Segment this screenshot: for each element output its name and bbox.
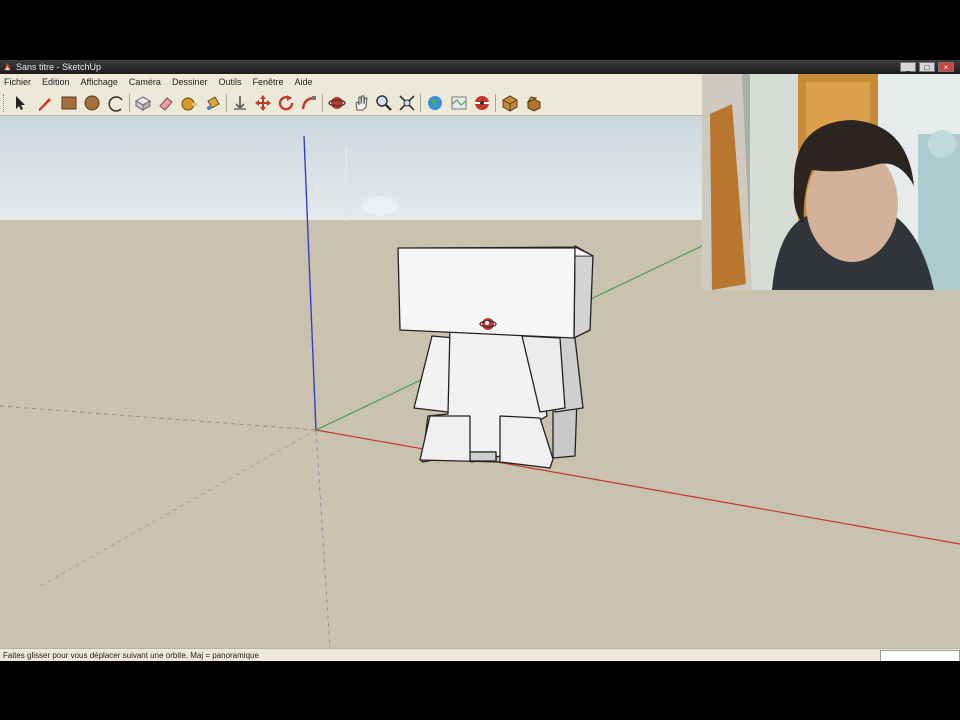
menu-dessiner[interactable]: Dessiner [172,77,208,87]
character-model [397,245,594,469]
title-bar: Sans titre - SketchUp _ □ × [0,60,960,74]
pencil-icon[interactable] [36,94,54,112]
minimize-button[interactable]: _ [900,62,916,72]
component-icon[interactable] [134,94,152,112]
pushpull-icon[interactable] [231,94,249,112]
measurements-box[interactable] [880,650,960,661]
menu-camera[interactable]: Caméra [129,77,161,87]
zoom-extents-icon[interactable] [398,94,416,112]
eraser-icon[interactable] [157,94,175,112]
menu-edition[interactable]: Edition [42,77,70,87]
status-bar: Faites glisser pour vous déplacer suivan… [0,648,960,661]
pan-icon[interactable] [352,94,370,112]
webcam-image [702,74,960,290]
zoom-icon[interactable] [375,94,393,112]
arc-icon[interactable] [107,94,125,112]
arrow-icon[interactable] [11,94,29,112]
menu-outils[interactable]: Outils [218,77,241,87]
tape-icon[interactable] [180,94,198,112]
bucket-icon[interactable] [204,94,222,112]
globe-icon[interactable] [426,94,444,112]
rectangle-icon[interactable] [60,94,78,112]
menu-affichage[interactable]: Affichage [81,77,118,87]
box-icon[interactable] [501,94,519,112]
followme-icon[interactable] [300,94,318,112]
circle-icon[interactable] [83,94,101,112]
menu-fenetre[interactable]: Fenêtre [252,77,283,87]
photo-icon[interactable] [473,94,491,112]
status-hint: Faites glisser pour vous déplacer suivan… [3,651,259,660]
menu-fichier[interactable]: Fichier [4,77,31,87]
menu-aide[interactable]: Aide [295,77,313,87]
orbit-icon[interactable] [328,94,346,112]
box-open-icon[interactable] [525,94,543,112]
webcam-overlay [702,74,960,290]
map-icon[interactable] [450,94,468,112]
toolbar-grip[interactable] [3,94,7,112]
close-button[interactable]: × [938,62,954,72]
orbit-cursor-icon [479,318,497,330]
move-icon[interactable] [254,94,272,112]
window-title: Sans titre - SketchUp [16,62,102,72]
sketchup-logo-icon [3,62,12,71]
maximize-button[interactable]: □ [919,62,935,72]
rotate-icon[interactable] [277,94,295,112]
